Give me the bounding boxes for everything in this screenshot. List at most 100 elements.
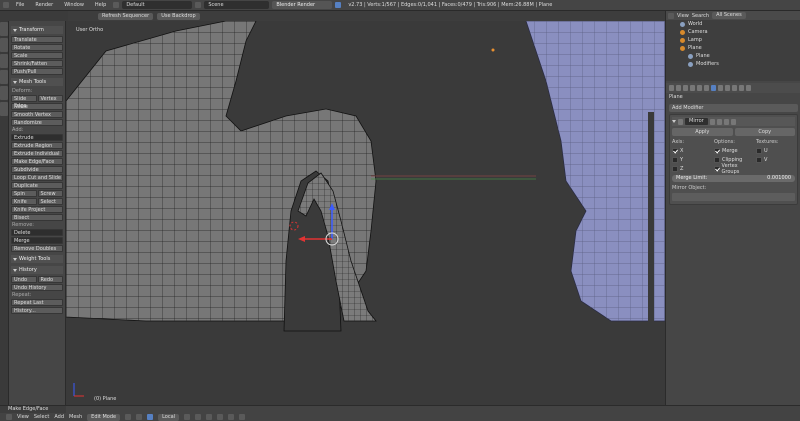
scene-select[interactable]: Scene xyxy=(204,1,270,9)
mirror-object-field[interactable] xyxy=(672,193,795,201)
extrude-menu[interactable]: Extrude xyxy=(11,134,63,141)
snap-icon[interactable] xyxy=(228,414,235,420)
weight-tools-panel-header[interactable]: Weight Tools xyxy=(11,255,63,263)
render-toggle-icon[interactable] xyxy=(723,118,729,125)
history-button[interactable]: History... xyxy=(11,307,63,314)
make-edge-face-button[interactable]: Make Edge/Face xyxy=(11,158,63,165)
bisect-button[interactable]: Bisect xyxy=(11,214,63,221)
translate-button[interactable]: Translate xyxy=(11,36,63,43)
history-panel-header[interactable]: History xyxy=(11,266,63,274)
slide-edge-button[interactable]: Slide Edge xyxy=(11,95,37,109)
menu-select[interactable]: Select xyxy=(34,414,49,420)
push-pull-button[interactable]: Push/Pull xyxy=(11,68,63,75)
editor-type-icon[interactable] xyxy=(6,414,12,420)
transform-panel-header[interactable]: Transform xyxy=(11,26,63,34)
tab-create[interactable] xyxy=(0,38,8,52)
modifier-name-field[interactable]: Mirror xyxy=(685,118,708,125)
smooth-vertex-button[interactable]: Smooth Vertex xyxy=(11,111,63,118)
particles-tab-icon[interactable] xyxy=(739,85,744,91)
texture-v-checkbox[interactable]: V xyxy=(756,155,795,164)
tab-animation[interactable] xyxy=(0,70,8,84)
delete-menu[interactable]: Delete xyxy=(11,229,63,236)
object-tab-icon[interactable] xyxy=(697,85,702,91)
undo-button[interactable]: Undo xyxy=(11,276,37,283)
screen-layout-select[interactable]: Default xyxy=(122,1,193,9)
mesh-tools-panel-header[interactable]: Mesh Tools xyxy=(11,78,63,86)
transform-orientation-select[interactable]: Local xyxy=(158,413,180,421)
copy-button[interactable]: Copy xyxy=(734,128,795,136)
axis-z-checkbox[interactable]: Z xyxy=(672,164,711,173)
shrink-fatten-button[interactable]: Shrink/Fatten xyxy=(11,60,63,67)
proportional-edit-icon[interactable] xyxy=(217,414,224,420)
extrude-individual-button[interactable]: Extrude Individual xyxy=(11,150,63,157)
subdivide-button[interactable]: Subdivide xyxy=(11,166,63,173)
refresh-sequencer-button[interactable]: Refresh Sequencer xyxy=(98,12,154,20)
world-tab-icon[interactable] xyxy=(690,85,695,91)
data-tab-icon[interactable] xyxy=(718,85,723,91)
merge-checkbox[interactable]: Merge xyxy=(714,146,753,155)
use-backdrop-toggle[interactable]: Use Backdrop xyxy=(157,12,200,20)
outliner-view-menu[interactable]: View xyxy=(677,13,689,19)
close-icon[interactable] xyxy=(730,118,736,125)
outliner-item-modifiers[interactable]: Modifiers xyxy=(666,60,800,68)
face-select-icon[interactable] xyxy=(206,414,213,420)
menu-help[interactable]: Help xyxy=(91,2,110,8)
noise-button[interactable]: Noise xyxy=(11,103,63,110)
menu-mesh[interactable]: Mesh xyxy=(69,414,82,420)
editor-type-icon[interactable] xyxy=(3,2,9,8)
outliner-search-menu[interactable]: Search xyxy=(692,13,709,19)
axis-x-checkbox[interactable]: X xyxy=(672,146,711,155)
randomize-button[interactable]: Randomize xyxy=(11,119,63,126)
edit-mode-toggle-icon[interactable] xyxy=(709,118,715,125)
menu-view[interactable]: View xyxy=(17,414,29,420)
apply-button[interactable]: Apply xyxy=(672,128,733,136)
viewport-scrollbar[interactable] xyxy=(648,112,654,404)
duplicate-button[interactable]: Duplicate xyxy=(11,182,63,189)
texture-tab-icon[interactable] xyxy=(732,85,737,91)
scene-tab-icon[interactable] xyxy=(683,85,688,91)
mesh-canvas[interactable] xyxy=(66,21,665,405)
knife-project-button[interactable]: Knife Project xyxy=(11,206,63,213)
scale-button[interactable]: Scale xyxy=(11,52,63,59)
vertex-groups-checkbox[interactable]: Vertex Groups xyxy=(714,163,753,175)
mode-select[interactable]: Edit Mode xyxy=(87,413,121,421)
last-operator-panel[interactable]: Make Edge/Face xyxy=(0,406,66,413)
tab-tools[interactable] xyxy=(0,22,8,36)
menu-window[interactable]: Window xyxy=(60,2,88,8)
undo-history-button[interactable]: Undo History xyxy=(11,284,63,291)
add-modifier-select[interactable]: Add Modifier xyxy=(669,104,798,112)
modifiers-tab-icon[interactable] xyxy=(711,85,716,91)
manipulator-icon[interactable] xyxy=(147,414,154,420)
redo-button[interactable]: Redo xyxy=(37,276,63,283)
render-engine-select[interactable]: Blender Render xyxy=(272,1,333,9)
tab-physics[interactable] xyxy=(0,86,8,100)
outliner-item-plane-data[interactable]: Plane xyxy=(666,52,800,60)
knife-button[interactable]: Knife xyxy=(11,198,37,205)
menu-file[interactable]: File xyxy=(12,2,28,8)
axis-y-checkbox[interactable]: Y xyxy=(672,155,711,164)
layers-tab-icon[interactable] xyxy=(676,85,681,91)
collapse-triangle-icon[interactable] xyxy=(672,120,676,123)
outliner-item-plane[interactable]: Plane xyxy=(666,44,800,52)
render-tab-icon[interactable] xyxy=(669,85,674,91)
render-icon[interactable] xyxy=(239,414,246,420)
merge-menu[interactable]: Merge xyxy=(11,237,63,244)
physics-tab-icon[interactable] xyxy=(746,85,751,91)
repeat-last-button[interactable]: Repeat Last xyxy=(11,299,63,306)
slide-vertex-button[interactable]: Vertex xyxy=(37,95,63,102)
edge-select-icon[interactable] xyxy=(195,414,202,420)
merge-limit-field[interactable]: Merge Limit: 0.001000 xyxy=(672,175,795,182)
rotate-button[interactable]: Rotate xyxy=(11,44,63,51)
screw-button[interactable]: Screw xyxy=(37,190,63,197)
viewport-toggle-icon[interactable] xyxy=(716,118,722,125)
texture-u-checkbox[interactable]: U xyxy=(756,146,795,155)
constraints-tab-icon[interactable] xyxy=(704,85,709,91)
tab-grease-pencil[interactable] xyxy=(0,102,8,116)
vertex-select-icon[interactable] xyxy=(184,414,191,420)
outliner-item-camera[interactable]: Camera xyxy=(666,28,800,36)
tab-relations[interactable] xyxy=(0,54,8,68)
pivot-icon[interactable] xyxy=(136,414,143,420)
loop-cut-slide-button[interactable]: Loop Cut and Slide xyxy=(11,174,63,181)
menu-render[interactable]: Render xyxy=(31,2,57,8)
material-tab-icon[interactable] xyxy=(725,85,730,91)
